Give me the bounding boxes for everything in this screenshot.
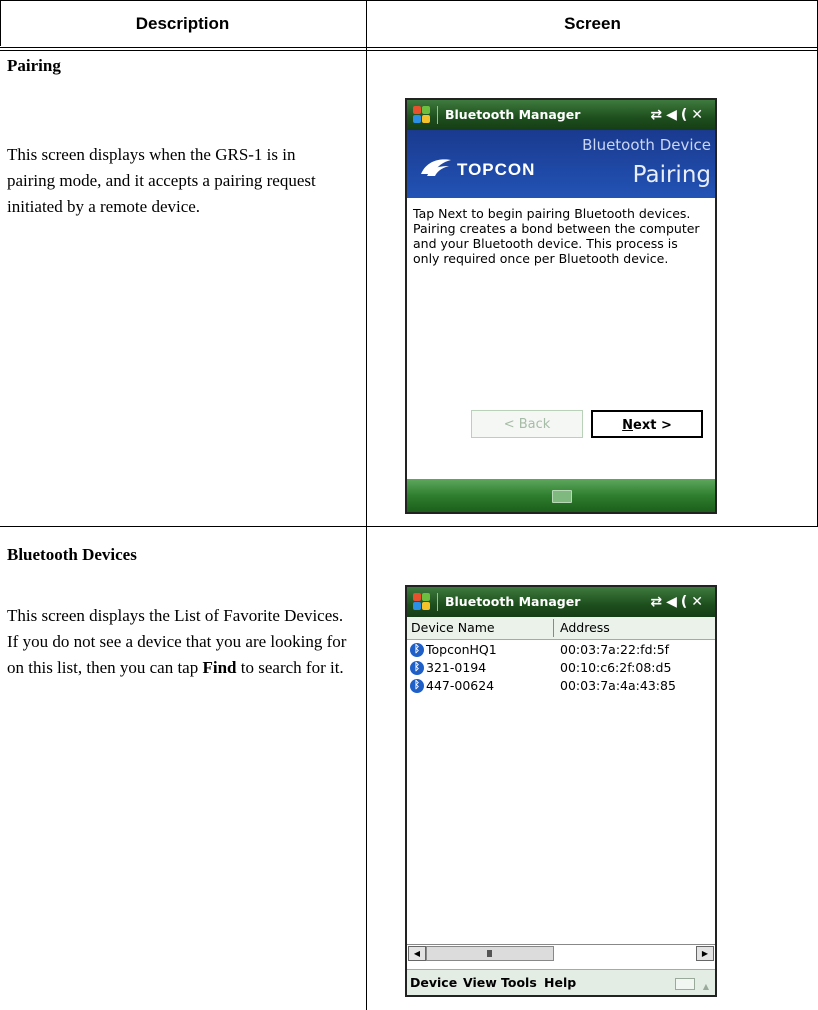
row-description-pairing: This screen displays when the GRS-1 is i… (7, 145, 316, 216)
bluetooth-devices-screen: Bluetooth Manager ⇄◀(✕ Device Name Addre… (405, 585, 717, 997)
title-bar: Bluetooth Manager ⇄◀(✕ (407, 100, 715, 130)
scroll-right-icon[interactable]: ▶ (696, 946, 714, 961)
volume-icon[interactable]: ◀( (666, 594, 691, 610)
header-double-rule (0, 50, 818, 51)
table-border-left (0, 0, 1, 46)
device-row[interactable]: ᛒ 321-0194 00:10:c6:2f:08:d5 (407, 659, 715, 677)
app-title: Bluetooth Manager (445, 594, 581, 609)
column-device-name[interactable]: Device Name (411, 617, 495, 639)
next-accelerator: N (622, 418, 634, 433)
row-divider (0, 526, 818, 527)
column-separator (553, 619, 554, 637)
menu-bar: Device View Tools Help ▲ (407, 969, 715, 995)
menu-view[interactable]: View (463, 970, 497, 995)
header-description: Description (135, 14, 230, 33)
next-label: ext > (633, 418, 672, 433)
connectivity-icon[interactable]: ⇄ (650, 107, 666, 123)
title-separator (437, 106, 438, 124)
table-header: Description Screen (0, 0, 818, 48)
keyboard-icon[interactable] (675, 978, 695, 990)
softkey-bar (407, 479, 715, 512)
pairing-screen: Bluetooth Manager ⇄◀(✕ TOPCON Bluetooth … (405, 98, 717, 514)
scroll-left-icon[interactable]: ◀ (408, 946, 426, 961)
menu-device[interactable]: Device (410, 970, 457, 995)
device-name: 321-0194 (426, 660, 487, 675)
device-name: TopconHQ1 (426, 642, 497, 657)
topcon-logo-text: TOPCON (457, 160, 536, 179)
next-button[interactable]: Next > (591, 410, 703, 438)
device-list-header: Device Name Address (407, 617, 715, 640)
status-icons: ⇄◀(✕ (650, 587, 707, 617)
back-button[interactable]: < Back (471, 410, 583, 438)
device-address: 00:03:7a:4a:43:85 (560, 678, 676, 693)
topcon-logo-icon (421, 159, 451, 176)
banner-subtitle: Bluetooth Device (582, 136, 711, 154)
keyboard-icon[interactable] (552, 490, 572, 503)
bluetooth-icon: ᛒ (410, 679, 424, 693)
horizontal-scrollbar[interactable]: ◀ ▶ (407, 944, 715, 961)
column-address[interactable]: Address (560, 617, 610, 639)
title-separator (437, 593, 438, 611)
topcon-banner: TOPCON Bluetooth Device Pairing (407, 130, 715, 198)
app-title: Bluetooth Manager (445, 107, 581, 122)
bluetooth-icon: ᛒ (410, 643, 424, 657)
bluetooth-icon: ᛒ (410, 661, 424, 675)
column-divider (366, 0, 367, 1010)
volume-icon[interactable]: ◀( (666, 107, 691, 123)
grip-icon (487, 950, 492, 957)
close-icon[interactable]: ✕ (691, 594, 707, 610)
device-row[interactable]: ᛒ 447-00624 00:03:7a:4a:43:85 (407, 677, 715, 695)
description-bold-find: Find (202, 658, 237, 677)
device-row[interactable]: ᛒ TopconHQ1 00:03:7a:22:fd:5f (407, 641, 715, 659)
close-icon[interactable]: ✕ (691, 107, 707, 123)
pairing-instructions: Tap Next to begin pairing Bluetooth devi… (413, 206, 700, 266)
header-screen: Screen (564, 14, 621, 33)
row-description-bluetooth-devices: This screen displays the List of Favorit… (7, 603, 347, 681)
row-title-pairing: Pairing (7, 56, 61, 75)
description-text-end: to search for it. (236, 658, 344, 677)
connectivity-icon[interactable]: ⇄ (650, 594, 666, 610)
input-panel-arrow-icon[interactable]: ▲ (703, 974, 709, 995)
menu-help[interactable]: Help (544, 970, 576, 995)
scroll-thumb[interactable] (426, 946, 554, 961)
menu-tools[interactable]: Tools (501, 970, 537, 995)
windows-start-icon[interactable] (413, 106, 431, 124)
status-icons: ⇄◀(✕ (650, 100, 707, 130)
row-title-bluetooth-devices: Bluetooth Devices (7, 545, 137, 564)
device-address: 00:03:7a:22:fd:5f (560, 642, 670, 657)
banner-title: Pairing (632, 162, 711, 188)
windows-start-icon[interactable] (413, 593, 431, 611)
device-name: 447-00624 (426, 678, 495, 693)
device-address: 00:10:c6:2f:08:d5 (560, 660, 672, 675)
title-bar: Bluetooth Manager ⇄◀(✕ (407, 587, 715, 617)
